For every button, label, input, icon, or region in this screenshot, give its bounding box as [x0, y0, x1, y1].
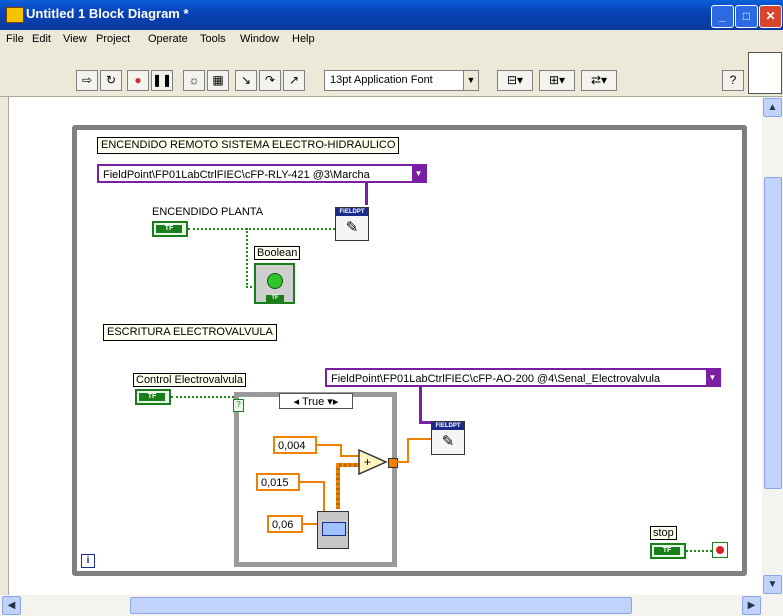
wire-stop — [686, 550, 712, 552]
tf-text: TF — [654, 547, 680, 555]
constant-0-015[interactable]: 0,015 — [256, 473, 300, 491]
case-selector-label: True — [302, 396, 325, 408]
scroll-down-icon[interactable]: ▼ — [763, 575, 782, 594]
scroll-right-icon[interactable]: ▶ — [742, 596, 761, 615]
reorder-icon[interactable]: ⇄▾ — [581, 70, 617, 91]
wire-sum-up — [407, 438, 409, 463]
menu-view[interactable]: View — [63, 33, 87, 45]
abort-icon[interactable]: ● — [127, 70, 149, 91]
wire-const3 — [303, 523, 317, 525]
chevron-down-icon: ▼ — [706, 370, 719, 385]
wire-const2 — [300, 481, 324, 483]
fieldpt-header: FIELDPT — [336, 208, 368, 216]
context-help-icon[interactable]: ? — [722, 70, 744, 91]
io-name-ao[interactable]: FieldPoint\FP01LabCtrlFIEC\cFP-AO-200 @4… — [325, 368, 721, 387]
control-electrovalvula[interactable]: TF — [135, 389, 171, 405]
stop-icon — [716, 546, 724, 554]
menu-help[interactable]: Help — [292, 33, 315, 45]
led-icon — [267, 273, 283, 289]
wire-const1 — [317, 444, 341, 446]
labview-app-icon — [6, 7, 24, 23]
retain-wire-values-icon[interactable]: ▦ — [207, 70, 229, 91]
tf-text: TF — [156, 225, 182, 233]
case-output-tunnel — [388, 458, 398, 468]
fieldpoint-write-ao[interactable]: FIELDPT ✎ — [431, 421, 465, 455]
label-planta: ENCENDIDO PLANTA — [152, 206, 264, 218]
step-over-icon[interactable]: ↷ — [259, 70, 281, 91]
fieldpoint-write-relay[interactable]: FIELDPT ✎ — [335, 207, 369, 241]
menu-file[interactable]: File — [6, 33, 24, 45]
run-arrow-icon[interactable]: ⇨ — [76, 70, 98, 91]
control-encendido-planta[interactable]: TF — [152, 221, 188, 237]
chevron-down-icon: ▼ — [412, 166, 425, 181]
wire-sum-fieldpt — [407, 438, 431, 440]
wire-io-ao — [419, 385, 422, 423]
horizontal-scrollbar[interactable]: ◀ ▶ — [0, 595, 783, 616]
scroll-up-icon[interactable]: ▲ — [763, 98, 782, 117]
control-stop[interactable]: TF — [650, 543, 686, 559]
io-name-relay-text: FieldPoint\FP01LabCtrlFIEC\cFP-RLY-421 @… — [103, 169, 370, 181]
indicator-boolean[interactable]: TF — [254, 263, 295, 304]
wire-const2-v — [323, 481, 325, 511]
pencil-icon: ✎ — [345, 219, 359, 236]
wire-cluster-h — [336, 463, 360, 467]
menu-project[interactable]: Project — [96, 33, 130, 45]
io-name-ao-text: FieldPoint\FP01LabCtrlFIEC\cFP-AO-200 @4… — [331, 373, 661, 385]
title-bar: Untitled 1 Block Diagram * _ □ ✕ — [0, 0, 783, 30]
label-boolean: Boolean — [254, 246, 301, 260]
label-control-electrovalvula: Control Electrovalvula — [133, 373, 246, 387]
pause-icon[interactable]: ❚❚ — [151, 70, 173, 91]
pencil-icon: ✎ — [441, 433, 455, 450]
window-title: Untitled 1 Block Diagram * — [26, 6, 189, 21]
constant-0-004[interactable]: 0,004 — [273, 436, 317, 454]
constant-0-06[interactable]: 0,06 — [267, 515, 303, 533]
scroll-left-icon[interactable]: ◀ — [2, 596, 21, 615]
run-continuously-icon[interactable]: ↻ — [100, 70, 122, 91]
menu-edit[interactable]: Edit — [32, 33, 51, 45]
cluster-icon — [322, 522, 346, 536]
horizontal-scroll-thumb[interactable] — [130, 597, 632, 614]
menu-window[interactable]: Window — [240, 33, 279, 45]
case-selector-terminal: ? — [233, 399, 244, 412]
wire-planta-fieldpt — [188, 228, 335, 230]
vertical-scroll-thumb[interactable] — [764, 177, 782, 489]
maximize-button[interactable]: □ — [735, 5, 758, 28]
while-loop[interactable] — [72, 125, 747, 576]
fieldpt-header: FIELDPT — [432, 422, 464, 430]
block-diagram-canvas[interactable]: i ENCENDIDO REMOTO SISTEMA ELECTRO-HIDRA… — [8, 97, 763, 595]
loop-iteration-terminal: i — [81, 554, 95, 568]
distribute-objects-icon[interactable]: ⊞▾ — [539, 70, 575, 91]
highlight-execution-icon[interactable]: ☼ — [183, 70, 205, 91]
menu-tools[interactable]: Tools — [200, 33, 226, 45]
svg-text:+: + — [364, 455, 371, 469]
io-name-relay[interactable]: FieldPoint\FP01LabCtrlFIEC\cFP-RLY-421 @… — [97, 164, 427, 183]
align-objects-icon[interactable]: ⊟▾ — [497, 70, 533, 91]
wire-cluster — [336, 465, 340, 509]
step-out-icon[interactable]: ↗ — [283, 70, 305, 91]
tf-text: TF — [139, 393, 165, 401]
label-stop: stop — [650, 526, 677, 540]
wire-io-relay — [365, 181, 368, 205]
vertical-scrollbar[interactable]: ▲ ▼ — [762, 97, 783, 595]
wire-control-case — [171, 396, 234, 398]
menu-bar: File Edit View Project Operate Tools Win… — [0, 30, 783, 50]
bundle-cluster-icon[interactable] — [317, 511, 349, 549]
step-into-icon[interactable]: ↘ — [235, 70, 257, 91]
font-select[interactable]: 13pt Application Font ▼ — [324, 70, 479, 91]
wire-const1-add — [340, 455, 360, 457]
label-remote-start: ENCENDIDO REMOTO SISTEMA ELECTRO-HIDRAUL… — [97, 137, 400, 154]
menu-operate[interactable]: Operate — [148, 33, 188, 45]
case-selector[interactable]: ◂ True ▾▸ — [279, 393, 353, 409]
tf-text: TF — [266, 295, 284, 302]
label-escritura: ESCRITURA ELECTROVALVULA — [103, 324, 277, 341]
add-function-icon[interactable]: + — [358, 449, 388, 475]
vi-icon[interactable] — [748, 52, 782, 94]
minimize-button[interactable]: _ — [711, 5, 734, 28]
toolbar: ⇨ ↻ ● ❚❚ ☼ ▦ ↘ ↷ ↗ 13pt Application Font… — [0, 50, 783, 97]
font-select-label: 13pt Application Font — [330, 74, 433, 86]
wire-planta-down — [246, 228, 248, 288]
close-button[interactable]: ✕ — [759, 5, 782, 28]
loop-condition-terminal — [712, 542, 728, 558]
chevron-down-icon: ▼ — [463, 71, 478, 90]
